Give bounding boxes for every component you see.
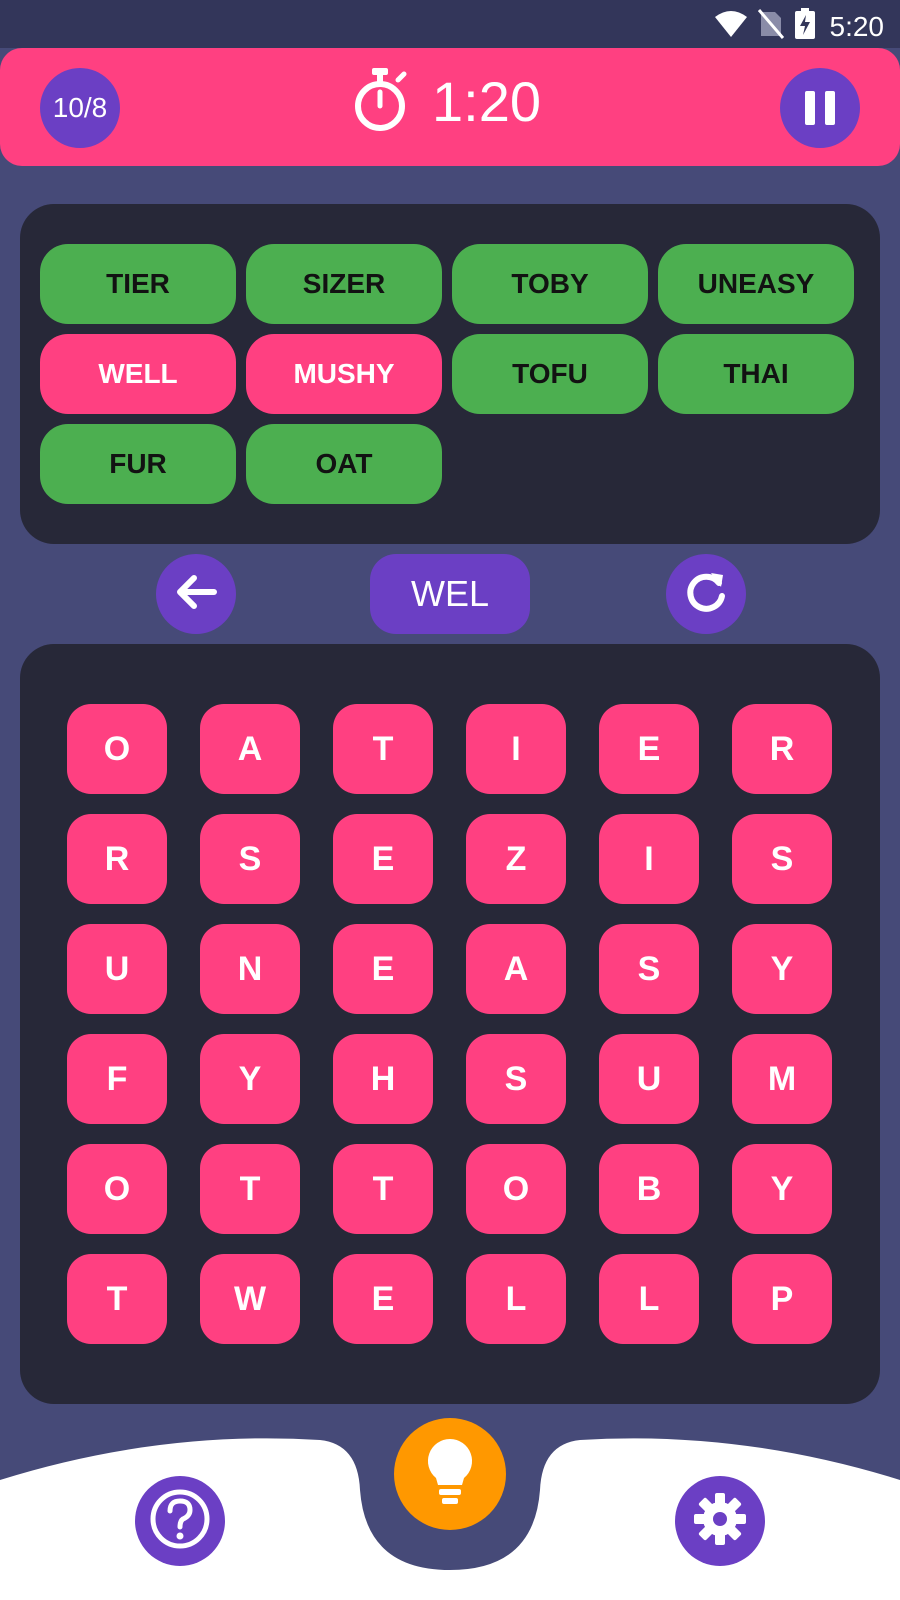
letter-tile[interactable]: O — [466, 1144, 566, 1234]
letter-tile[interactable]: R — [732, 704, 832, 794]
settings-icon — [690, 1489, 750, 1554]
letter-tile[interactable]: I — [599, 814, 699, 904]
no-sim-icon — [757, 9, 784, 44]
letter-tile[interactable]: M — [732, 1034, 832, 1124]
letter-tile[interactable]: T — [67, 1254, 167, 1344]
letter-tile[interactable]: U — [599, 1034, 699, 1124]
letter-tile[interactable]: W — [200, 1254, 300, 1344]
stopwatch-icon — [350, 66, 410, 137]
word-chip: FUR — [40, 424, 236, 504]
word-chip: OAT — [246, 424, 442, 504]
letter-grid-panel: O A T I E R R S E Z I S U N E A S Y F Y … — [20, 644, 880, 1404]
backspace-button[interactable] — [156, 554, 236, 634]
word-controls: WEL — [0, 554, 900, 634]
letter-tile[interactable]: P — [732, 1254, 832, 1344]
letter-tile[interactable]: S — [599, 924, 699, 1014]
status-time: 5:20 — [829, 10, 885, 42]
letter-tile[interactable]: E — [333, 924, 433, 1014]
pause-icon — [805, 91, 815, 125]
bottom-bar — [0, 1418, 900, 1600]
letter-tile[interactable]: N — [200, 924, 300, 1014]
target-words-panel: TIER SIZER TOBY UNEASY WELL MUSHY TOFU T… — [20, 204, 880, 544]
wifi-icon — [714, 9, 748, 44]
target-words-list: TIER SIZER TOBY UNEASY WELL MUSHY TOFU T… — [40, 244, 860, 504]
status-icons: 5:20 — [714, 8, 885, 45]
letter-tile[interactable]: T — [200, 1144, 300, 1234]
status-bar: 5:20 — [0, 0, 900, 48]
letter-tile[interactable]: L — [466, 1254, 566, 1344]
letter-tile[interactable]: F — [67, 1034, 167, 1124]
word-chip: SIZER — [246, 244, 442, 324]
letter-tile[interactable]: A — [200, 704, 300, 794]
letter-tile[interactable]: Y — [732, 1144, 832, 1234]
letter-tile[interactable]: U — [67, 924, 167, 1014]
reset-button[interactable] — [666, 554, 746, 634]
letter-tile[interactable]: H — [333, 1034, 433, 1124]
letter-tile[interactable]: Z — [466, 814, 566, 904]
current-word-display: WEL — [370, 554, 530, 634]
word-chip: TOBY — [452, 244, 648, 324]
letter-tile[interactable]: S — [732, 814, 832, 904]
letter-tile[interactable]: Y — [200, 1034, 300, 1124]
help-button[interactable] — [135, 1476, 225, 1566]
letter-tile[interactable]: B — [599, 1144, 699, 1234]
level-progress-badge: 10/8 — [40, 68, 120, 148]
letter-tile[interactable]: S — [200, 814, 300, 904]
letter-tile[interactable]: O — [67, 704, 167, 794]
lightbulb-icon — [424, 1437, 476, 1512]
pause-icon-bar — [825, 91, 835, 125]
letter-tile[interactable]: T — [333, 1144, 433, 1234]
timer: 1:20 — [350, 66, 541, 137]
hint-button[interactable] — [394, 1418, 506, 1530]
letter-tile[interactable]: E — [333, 814, 433, 904]
letter-tile[interactable]: S — [466, 1034, 566, 1124]
word-chip: TIER — [40, 244, 236, 324]
back-arrow-icon — [174, 572, 218, 617]
letter-tile[interactable]: A — [466, 924, 566, 1014]
letter-tile[interactable]: T — [333, 704, 433, 794]
letter-tile[interactable]: L — [599, 1254, 699, 1344]
letter-grid: O A T I E R R S E Z I S U N E A S Y F Y … — [67, 704, 832, 1344]
word-chip: WELL — [40, 334, 236, 414]
letter-tile[interactable]: O — [67, 1144, 167, 1234]
pause-button[interactable] — [780, 68, 860, 148]
timer-text: 1:20 — [432, 70, 541, 133]
top-bar: 10/8 1:20 — [0, 48, 900, 166]
word-chip: MUSHY — [246, 334, 442, 414]
letter-tile[interactable]: Y — [732, 924, 832, 1014]
word-chip: THAI — [658, 334, 854, 414]
battery-charging-icon — [794, 8, 816, 45]
word-chip: UNEASY — [658, 244, 854, 324]
letter-tile[interactable]: I — [466, 704, 566, 794]
letter-tile[interactable]: E — [599, 704, 699, 794]
letter-tile[interactable]: R — [67, 814, 167, 904]
help-icon — [148, 1487, 212, 1556]
word-chip: TOFU — [452, 334, 648, 414]
letter-tile[interactable]: E — [333, 1254, 433, 1344]
refresh-icon — [683, 569, 729, 620]
settings-button[interactable] — [675, 1476, 765, 1566]
